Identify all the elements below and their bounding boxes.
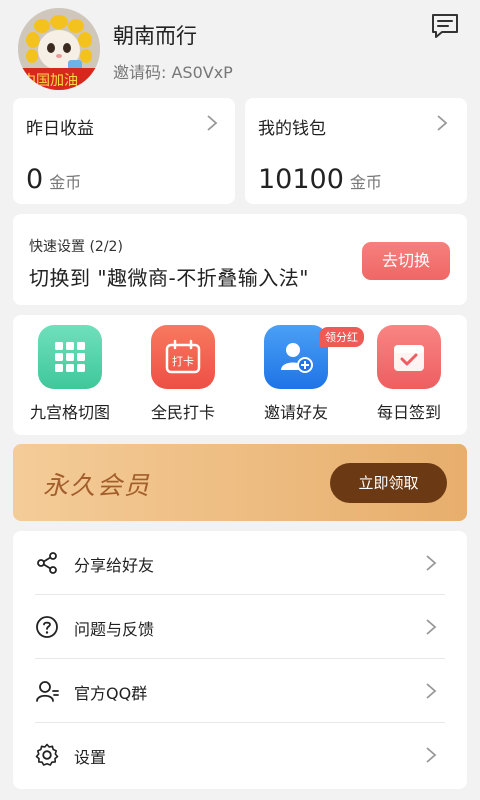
grid-item-daily-signin[interactable]: 每日签到	[354, 325, 464, 423]
menu-item-qq-group[interactable]: 官方QQ群	[13, 659, 467, 723]
menu-label: 设置	[74, 748, 107, 767]
quick-settings-label: 快速设置 (2/2)	[29, 239, 123, 255]
message-icon[interactable]	[430, 12, 460, 40]
chevron-right-icon	[426, 619, 437, 635]
quick-settings-text: 切换到 "趣微商-不折叠输入法"	[29, 266, 309, 290]
invite-code[interactable]: 邀请码: AS0VxP	[113, 59, 233, 83]
switch-button[interactable]: 去切换	[362, 242, 450, 280]
grid-item-checkin[interactable]: 打卡 全民打卡	[128, 325, 238, 423]
calendar-checkin-icon: 打卡	[151, 325, 215, 389]
stat-value: 0 金币	[26, 164, 82, 195]
quick-settings-card: 快速设置 (2/2) 切换到 "趣微商-不折叠输入法" 去切换	[13, 214, 467, 305]
menu-label: 官方QQ群	[74, 684, 148, 703]
stat-unit: 金币	[49, 173, 82, 192]
user-group-icon	[36, 681, 59, 702]
grid-label: 每日签到	[376, 403, 441, 422]
chevron-right-icon	[426, 683, 437, 699]
stat-title: 昨日收益	[26, 119, 94, 139]
avatar-banner-text: 中国加油	[22, 73, 78, 89]
vip-title: 永久会员	[43, 471, 152, 500]
menu-label: 问题与反馈	[74, 620, 155, 639]
settings-icon	[35, 743, 59, 766]
help-icon	[36, 616, 58, 638]
grid-label: 全民打卡	[150, 403, 215, 422]
profile-header: 中国加油 朝南而行 邀请码: AS0VxP	[0, 0, 480, 96]
chevron-right-icon	[426, 555, 437, 571]
grid-item-nine-grid[interactable]: 九宫格切图	[15, 325, 125, 423]
menu-label: 分享给好友	[74, 556, 155, 575]
chevron-right-icon	[437, 115, 448, 131]
chevron-right-icon	[207, 115, 218, 131]
feature-grid: 九宫格切图 打卡 全民打卡 邀请好友 领分红 每日签到	[13, 315, 467, 435]
avatar[interactable]: 中国加油	[18, 8, 100, 90]
daily-signin-icon	[377, 325, 441, 389]
chevron-right-icon	[426, 747, 437, 763]
share-icon	[37, 552, 57, 574]
grid-icon	[38, 325, 102, 389]
menu-item-settings[interactable]: 设置	[13, 723, 467, 787]
wallet-card[interactable]: 我的钱包 10100 金币	[245, 98, 467, 204]
username: 朝南而行	[113, 24, 197, 48]
menu-item-share[interactable]: 分享给好友	[13, 531, 467, 595]
menu-list: 分享给好友 问题与反馈 官方QQ群 设置	[13, 531, 467, 789]
checkin-icon-text: 打卡	[172, 354, 194, 368]
grid-label: 邀请好友	[263, 403, 328, 422]
stat-title: 我的钱包	[258, 119, 326, 139]
yesterday-earnings-card[interactable]: 昨日收益 0 金币	[13, 98, 235, 204]
grid-label: 九宫格切图	[29, 403, 110, 422]
vip-banner[interactable]: 永久会员 立即领取	[13, 444, 467, 521]
stat-unit: 金币	[349, 173, 382, 192]
stat-value: 10100 金币	[258, 164, 382, 195]
claim-now-button[interactable]: 立即领取	[330, 463, 447, 503]
menu-item-feedback[interactable]: 问题与反馈	[13, 595, 467, 659]
avatar-image: 中国加油	[18, 8, 100, 90]
